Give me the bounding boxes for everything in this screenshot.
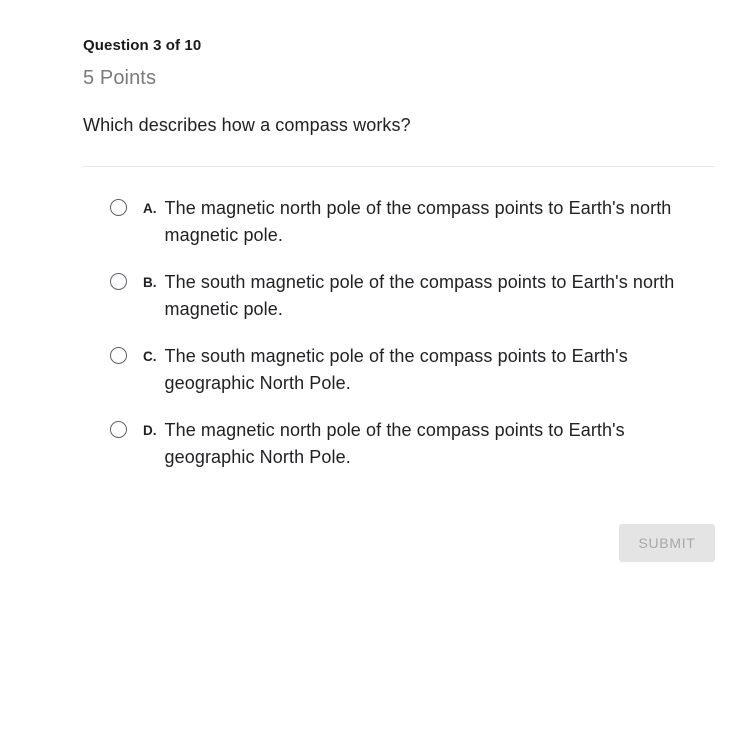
section-divider: [83, 166, 715, 167]
option-letter-d: D.: [143, 423, 157, 438]
option-text-a: The magnetic north pole of the compass p…: [164, 198, 672, 245]
answer-option-d[interactable]: D. The magnetic north pole of the compas…: [110, 417, 715, 471]
answer-option-c[interactable]: C. The south magnetic pole of the compas…: [110, 343, 715, 397]
question-counter: Question 3 of 10: [83, 37, 202, 54]
option-text-b: The south magnetic pole of the compass p…: [164, 272, 675, 319]
answer-option-b[interactable]: B. The south magnetic pole of the compas…: [110, 269, 715, 323]
option-text-d: The magnetic north pole of the compass p…: [164, 420, 625, 467]
option-letter-c: C.: [143, 349, 157, 364]
option-text-c: The south magnetic pole of the compass p…: [164, 346, 628, 393]
answer-options-list: A. The magnetic north pole of the compas…: [83, 195, 715, 471]
submit-button[interactable]: SUBMIT: [619, 524, 715, 562]
radio-button-a-icon[interactable]: [110, 199, 127, 216]
submit-area: SUBMIT: [0, 524, 715, 562]
quiz-content: Question 3 of 10 5 Points Which describe…: [0, 0, 750, 471]
option-letter-a: A.: [143, 201, 157, 216]
radio-button-d-icon[interactable]: [110, 421, 127, 438]
answer-option-a[interactable]: A. The magnetic north pole of the compas…: [110, 195, 715, 249]
option-letter-b: B.: [143, 275, 157, 290]
question-prompt: Which describes how a compass works?: [83, 115, 411, 135]
radio-button-b-icon[interactable]: [110, 273, 127, 290]
radio-button-c-icon[interactable]: [110, 347, 127, 364]
points-label: 5 Points: [83, 67, 157, 89]
quiz-question-page: Question 3 of 10 5 Points Which describe…: [0, 0, 750, 750]
